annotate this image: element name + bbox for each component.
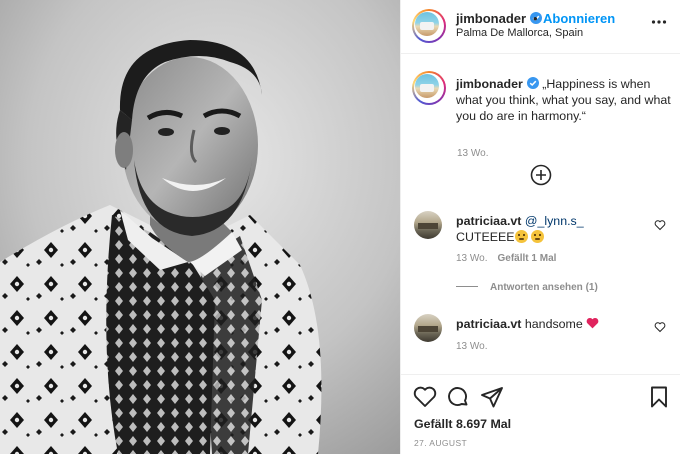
author-avatar[interactable] [412,9,446,43]
comment-text: handsome [524,317,583,331]
separator-dot: • [533,11,538,26]
heart-outline-icon[interactable] [654,219,666,231]
caption-timestamp[interactable]: 13 Wo. [457,148,489,159]
post-sidebar: jimbonader • Abonnieren Palma De Mallorc… [400,0,680,454]
comment-timestamp[interactable]: 13 Wo. [456,341,488,352]
comment-text: CUTEEEE [456,230,515,244]
commenter-avatar[interactable] [414,314,442,342]
red-heart-emoji-icon [586,317,599,329]
heart-icon[interactable] [413,385,437,409]
post-location[interactable]: Palma De Mallorca, Spain [456,27,583,39]
post-header: jimbonader • Abonnieren Palma De Mallorc… [401,0,680,54]
post-photo[interactable] [0,0,400,454]
smiling-emoji-icon [530,230,544,243]
heart-outline-icon[interactable] [654,321,666,333]
comment-likes[interactable]: Gefällt 1 Mal [498,253,557,264]
view-replies-button[interactable]: Antworten ansehen (1) [456,282,598,293]
comment-mention[interactable]: @_lynn.s_ [525,214,584,228]
smiling-emoji-icon [514,230,528,243]
plus-circle-icon[interactable] [530,164,552,186]
instagram-post: jimbonader • Abonnieren Palma De Mallorc… [0,0,680,454]
follow-button[interactable]: Abonnieren [543,11,615,26]
post-date[interactable]: 27. AUGUST [414,438,467,448]
post-actions: Gefällt 8.697 Mal 27. AUGUST [401,374,680,454]
like-count[interactable]: Gefällt 8.697 Mal [414,417,511,431]
comment-icon[interactable] [446,385,470,409]
comment-timestamp[interactable]: 13 Wo. [456,253,488,264]
commenter-username[interactable]: patriciaa.vt [456,214,521,228]
author-username[interactable]: jimbonader [456,11,526,26]
bookmark-icon[interactable] [647,385,671,409]
comment-text-block: patriciaa.vt handsome [456,316,641,332]
commenter-username[interactable]: patriciaa.vt [456,317,521,331]
comment-text-block: patriciaa.vt @_lynn.s_ CUTEEEE [456,213,641,245]
paper-plane-icon[interactable] [480,385,504,409]
comment-meta: 13 Wo. [456,341,498,352]
author-username-row[interactable]: jimbonader [456,11,543,26]
verified-badge-icon [526,77,539,89]
portrait-image [0,0,400,454]
caption-text-block: jimbonader „Happiness is when what you t… [456,76,674,124]
comment-meta: 13 Wo. Gefällt 1 Mal [456,253,566,264]
comments-list[interactable]: jimbonader „Happiness is when what you t… [401,55,680,373]
commenter-avatar[interactable] [414,211,442,239]
more-options-icon[interactable] [651,14,667,30]
caption-author-avatar[interactable] [412,71,446,105]
caption-username[interactable]: jimbonader [456,77,523,91]
view-replies-label: Antworten ansehen (1) [490,282,598,293]
